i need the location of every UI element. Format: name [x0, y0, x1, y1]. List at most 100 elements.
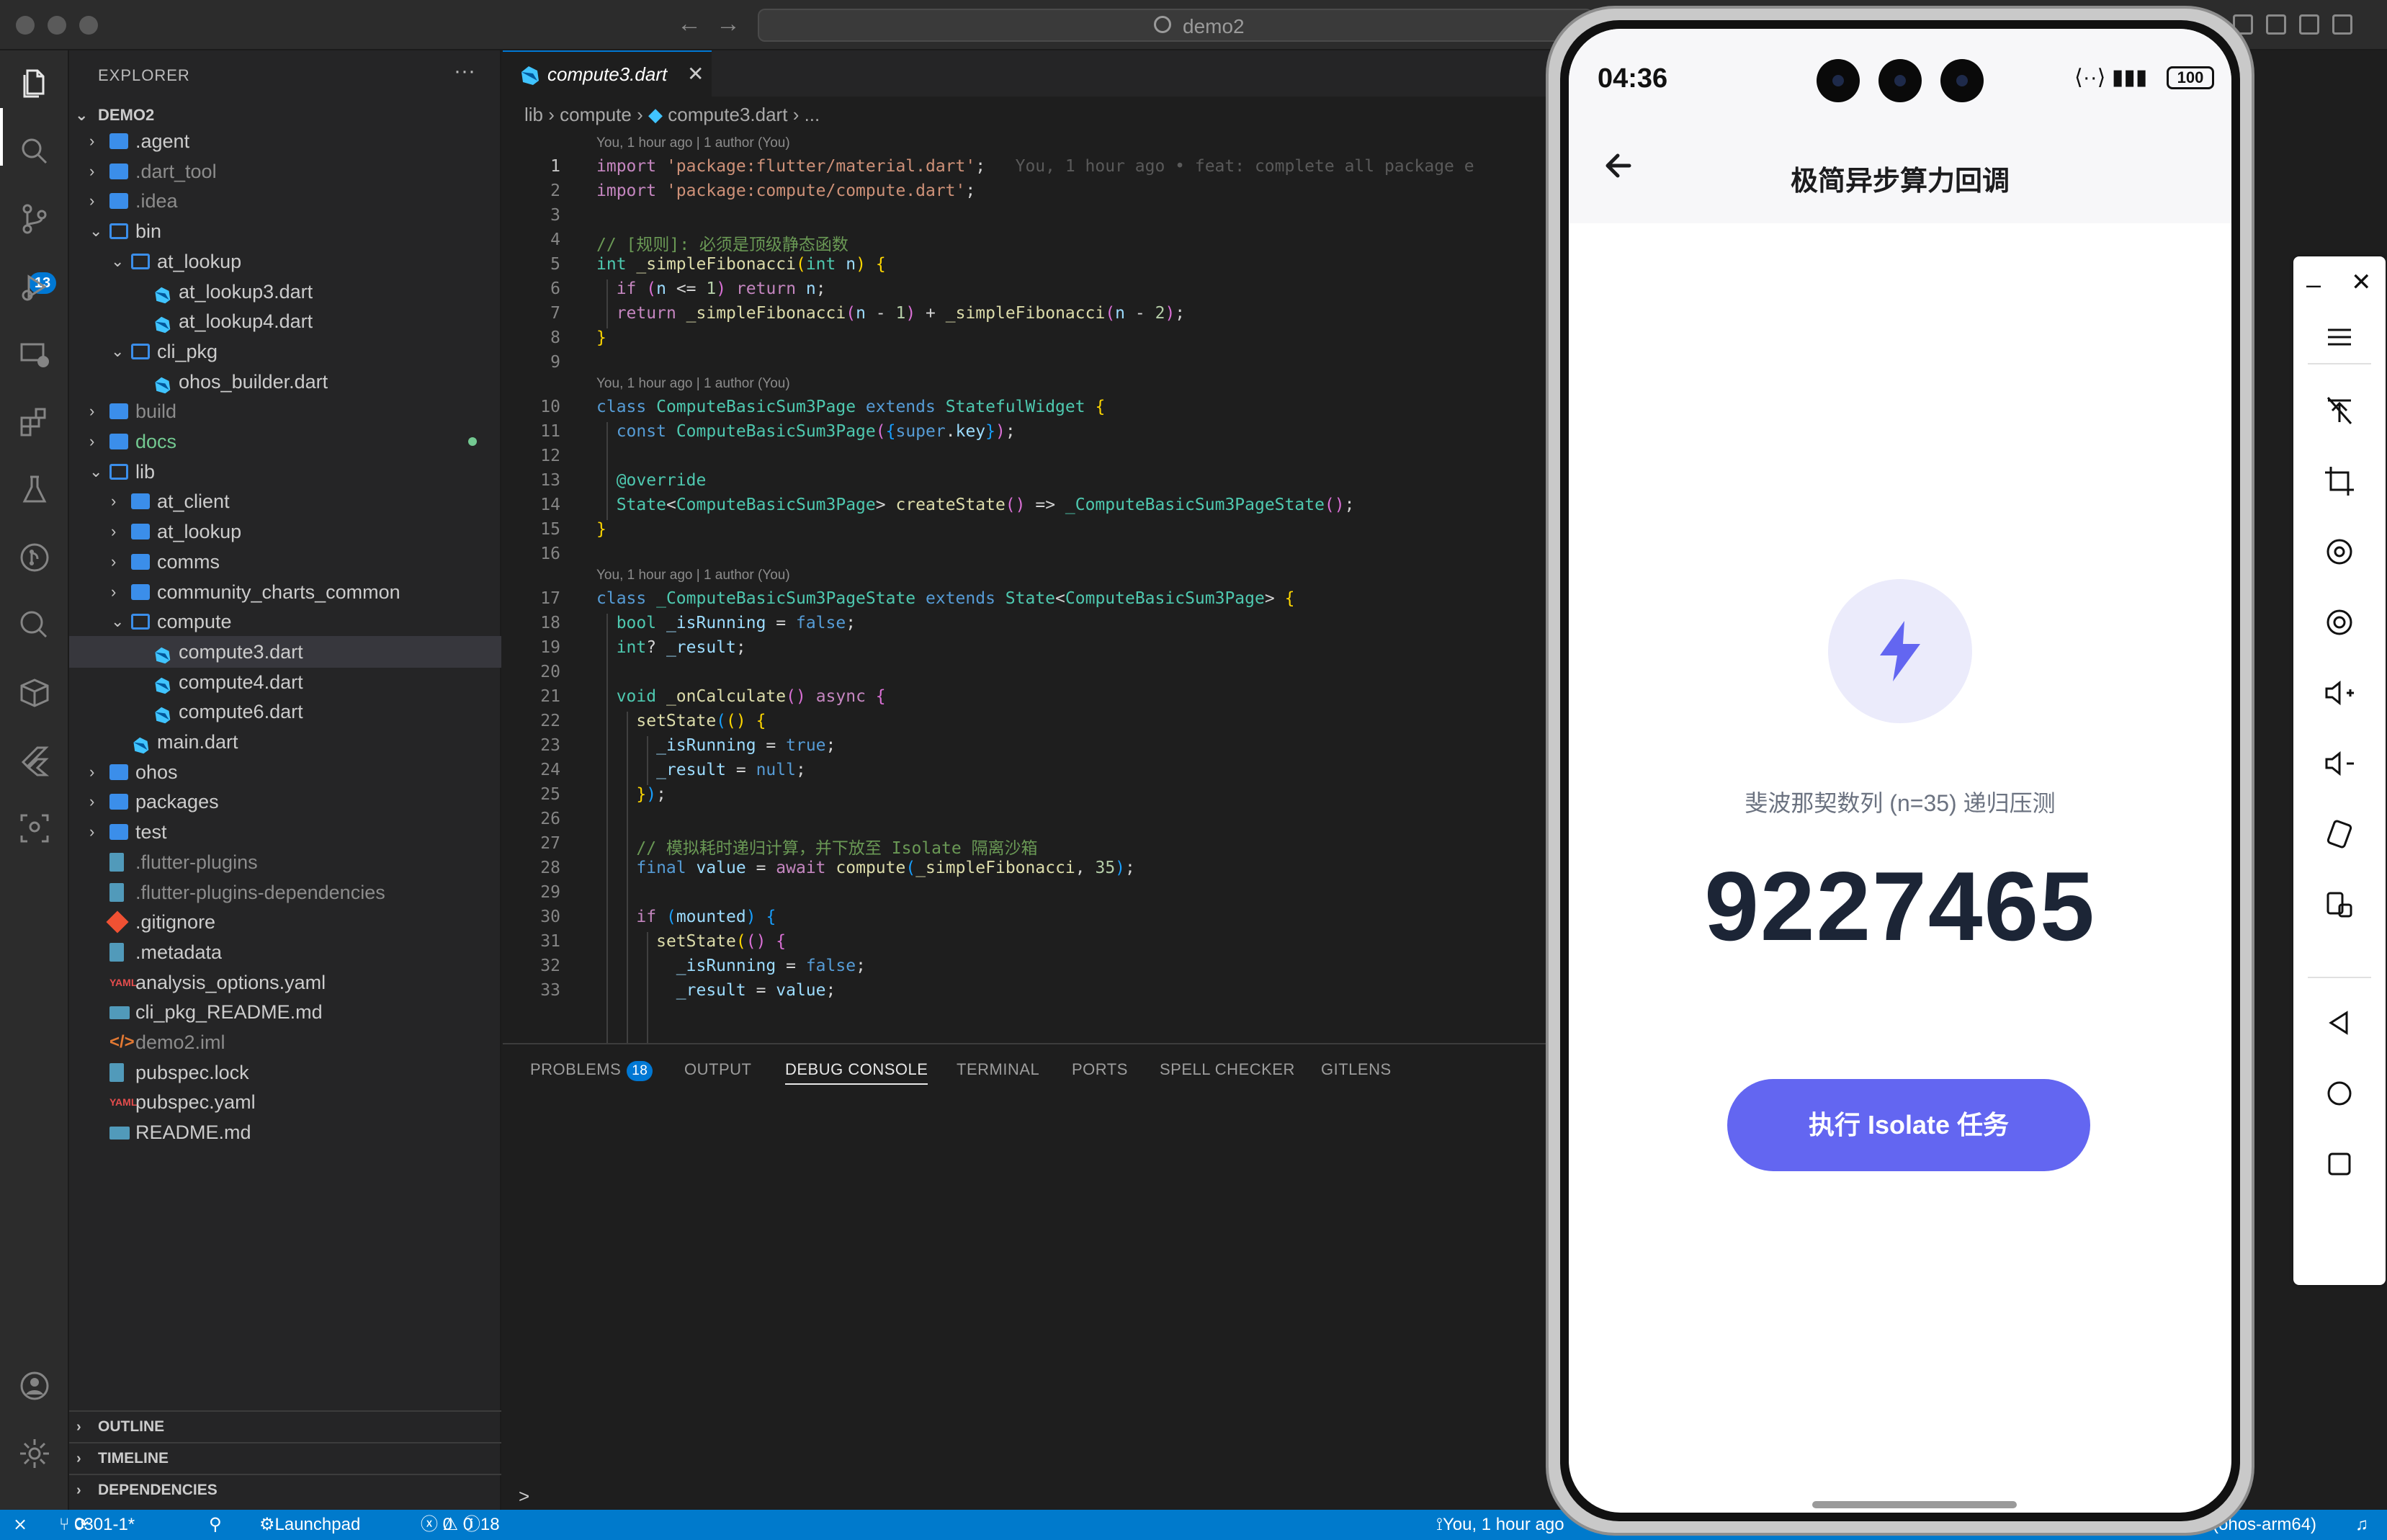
- flutter-icon[interactable]: [17, 743, 52, 778]
- tree-item[interactable]: › packages: [69, 786, 501, 818]
- tree-item[interactable]: › ohos: [69, 756, 501, 788]
- command-center-search[interactable]: demo2: [758, 9, 1593, 42]
- minimize-emulator-icon[interactable]: –: [2306, 269, 2321, 300]
- tree-item[interactable]: ⌄ cli_pkg: [69, 336, 501, 367]
- tree-item[interactable]: at_lookup3.dart: [69, 276, 501, 308]
- branch-indicator[interactable]: ⑂ 0301-1* ⟳: [59, 1510, 135, 1540]
- explorer-icon[interactable]: [17, 66, 52, 101]
- crop-icon[interactable]: [2319, 461, 2360, 501]
- tab-problems[interactable]: PROBLEMS 18: [530, 1060, 653, 1081]
- more-actions-icon[interactable]: ···: [454, 59, 475, 84]
- tree-item[interactable]: pubspec.lock: [69, 1057, 501, 1088]
- tree-item[interactable]: › .idea: [69, 185, 501, 217]
- maximize-window-button[interactable]: [79, 16, 98, 35]
- rotate-icon[interactable]: [2319, 532, 2360, 572]
- tab-ports[interactable]: PORTS: [1072, 1060, 1128, 1079]
- gitlens-icon[interactable]: [17, 540, 52, 575]
- close-emulator-icon[interactable]: ✕: [2351, 268, 2372, 297]
- tree-item[interactable]: › comms: [69, 546, 501, 578]
- tree-item[interactable]: › build: [69, 395, 501, 427]
- screen-capture-icon[interactable]: [17, 811, 52, 846]
- nav-home-circle-icon[interactable]: [2319, 1073, 2360, 1114]
- tree-item[interactable]: › .agent: [69, 125, 501, 157]
- pin-icon[interactable]: [2319, 390, 2360, 431]
- tree-item[interactable]: › at_client: [69, 485, 501, 517]
- search-icon[interactable]: [17, 134, 52, 169]
- tree-item[interactable]: compute4.dart: [69, 666, 501, 698]
- breadcrumb-compute[interactable]: compute: [560, 104, 632, 125]
- problems-indicator[interactable]: ⓧ 0 ⚠ 0 ⓘ 18: [421, 1510, 500, 1540]
- customize-layout-icon[interactable]: [2332, 14, 2352, 35]
- close-window-button[interactable]: [16, 16, 35, 35]
- tree-item[interactable]: compute6.dart: [69, 696, 501, 728]
- tree-item[interactable]: › community_charts_common: [69, 576, 501, 608]
- device-settings-icon[interactable]: [2319, 885, 2360, 925]
- outline-section[interactable]: › OUTLINE: [69, 1410, 501, 1442]
- tab-compute3-dart[interactable]: compute3.dart ✕: [503, 50, 712, 97]
- tab-spell-checker[interactable]: SPELL CHECKER: [1160, 1060, 1295, 1079]
- blame-indicator[interactable]: ⟟ You, 1 hour ago: [1436, 1510, 1564, 1540]
- tree-item[interactable]: .gitignore: [69, 906, 501, 938]
- codelens-blame-1[interactable]: You, 1 hour ago | 1 author (You): [596, 135, 790, 151]
- tree-item[interactable]: › .dart_tool: [69, 156, 501, 187]
- volume-down-icon[interactable]: [2319, 743, 2360, 784]
- tree-item[interactable]: .metadata: [69, 936, 501, 968]
- source-control-icon[interactable]: [17, 202, 52, 236]
- tree-item[interactable]: ⌄ lib: [69, 456, 501, 488]
- timeline-section[interactable]: › TIMELINE: [69, 1442, 501, 1474]
- tab-terminal[interactable]: TERMINAL: [957, 1060, 1039, 1079]
- notifications-bell-icon[interactable]: ♫: [2355, 1510, 2368, 1540]
- volume-up-icon[interactable]: [2319, 673, 2360, 713]
- tree-item[interactable]: › docs: [69, 426, 501, 457]
- gitlens-inspect-icon[interactable]: [17, 608, 52, 643]
- tab-gitlens[interactable]: GITLENS: [1321, 1060, 1392, 1079]
- run-debug-icon[interactable]: [17, 269, 52, 304]
- tree-item[interactable]: ⌄ compute: [69, 606, 501, 637]
- toggle-panel-icon[interactable]: [2266, 14, 2286, 35]
- nav-forward-icon[interactable]: →: [716, 10, 740, 38]
- home-indicator[interactable]: [1812, 1501, 2017, 1508]
- tree-item[interactable]: at_lookup4.dart: [69, 305, 501, 337]
- tree-item[interactable]: YAML pubspec.yaml: [69, 1086, 501, 1118]
- tree-item[interactable]: ohos_builder.dart: [69, 366, 501, 398]
- codelens-blame-2[interactable]: You, 1 hour ago | 1 author (You): [596, 376, 790, 392]
- remote-indicator-icon[interactable]: ⨯: [13, 1510, 27, 1540]
- gitlens-status-icon[interactable]: ⚲: [209, 1510, 222, 1540]
- tree-item[interactable]: README.md: [69, 1116, 501, 1148]
- rotate-device-icon[interactable]: [2319, 814, 2360, 854]
- tree-item[interactable]: › at_lookup: [69, 516, 501, 547]
- containers-icon[interactable]: [17, 676, 52, 710]
- codelens-blame-3[interactable]: You, 1 hour ago | 1 author (You): [596, 568, 790, 583]
- tab-output[interactable]: OUTPUT: [684, 1060, 751, 1079]
- debug-console-prompt[interactable]: >: [519, 1485, 529, 1508]
- nav-back-icon[interactable]: ←: [677, 10, 702, 38]
- accounts-icon[interactable]: [17, 1369, 52, 1403]
- menu-icon[interactable]: [2319, 317, 2360, 357]
- toggle-secondary-sidebar-icon[interactable]: [2299, 14, 2319, 35]
- dependencies-section[interactable]: › DEPENDENCIES: [69, 1474, 501, 1505]
- testing-icon[interactable]: [17, 473, 52, 507]
- extensions-icon[interactable]: [17, 405, 52, 439]
- tree-item[interactable]: cli_pkg_README.md: [69, 996, 501, 1028]
- tab-debug-console[interactable]: DEBUG CONSOLE: [785, 1060, 928, 1085]
- launchpad-indicator[interactable]: ⚙ Launchpad: [259, 1510, 360, 1540]
- code-editor[interactable]: You, 1 hour ago | 1 author (You) 1 import…: [503, 131, 1554, 1043]
- breadcrumb-symbol[interactable]: ...: [805, 104, 820, 125]
- nav-back-triangle-icon[interactable]: [2319, 1003, 2360, 1043]
- run-isolate-button[interactable]: 执行 Isolate 任务: [1727, 1079, 2090, 1171]
- breadcrumb-file[interactable]: compute3.dart: [668, 104, 787, 125]
- remote-explorer-icon[interactable]: [17, 337, 52, 372]
- tree-item[interactable]: YAML analysis_options.yaml: [69, 967, 501, 998]
- tree-item[interactable]: .flutter-plugins: [69, 846, 501, 878]
- settings-gear-icon[interactable]: [17, 1436, 52, 1471]
- tree-item[interactable]: compute3.dart: [69, 635, 501, 668]
- tree-item[interactable]: .flutter-plugins-dependencies: [69, 877, 501, 908]
- breadcrumb-lib[interactable]: lib: [524, 104, 543, 125]
- tree-item[interactable]: ⌄ bin: [69, 215, 501, 247]
- tree-item[interactable]: › test: [69, 816, 501, 848]
- minimize-window-button[interactable]: [48, 16, 66, 35]
- tree-item[interactable]: main.dart: [69, 726, 501, 758]
- close-tab-icon[interactable]: ✕: [687, 62, 704, 86]
- tree-item[interactable]: ⌄ at_lookup: [69, 246, 501, 277]
- screenshot-icon[interactable]: [2319, 602, 2360, 643]
